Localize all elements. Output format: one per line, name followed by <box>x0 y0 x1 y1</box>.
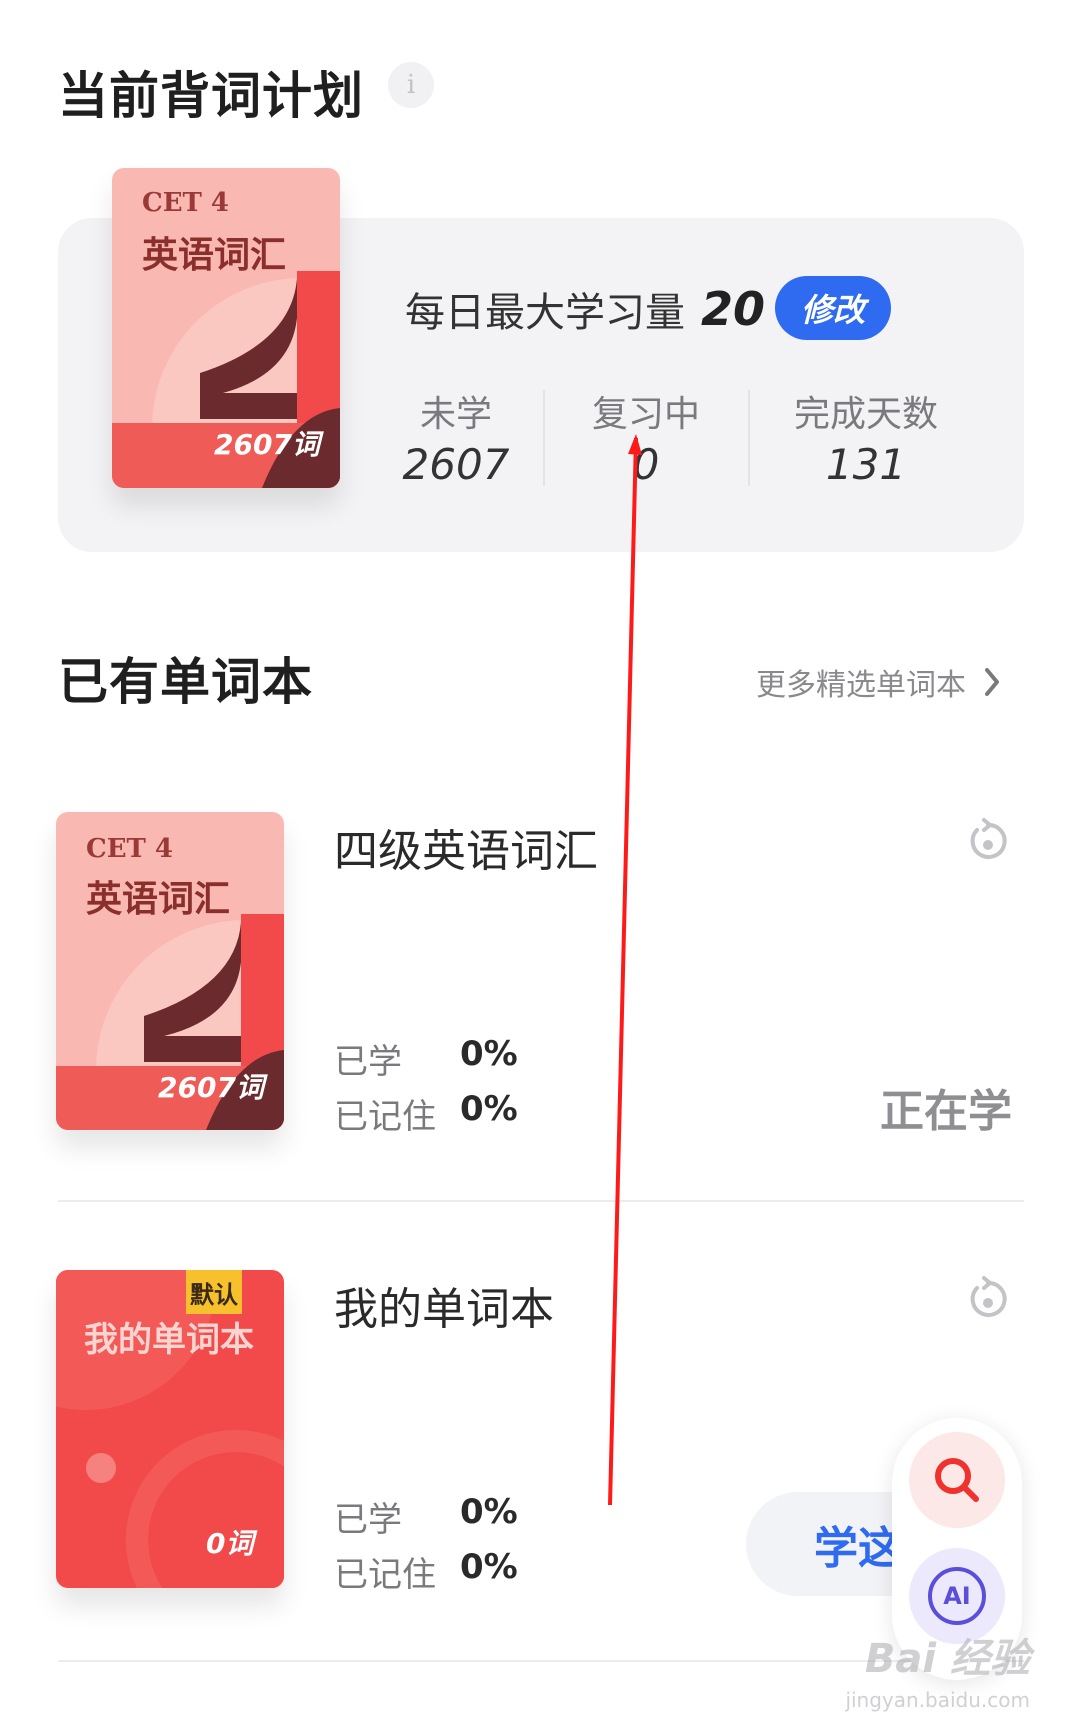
reset-icon[interactable] <box>965 1276 1011 1322</box>
cover-line1: CET 4 <box>142 188 230 218</box>
chevron-right-icon <box>985 668 999 696</box>
daily-label: 每日最大学习量 <box>405 290 685 336</box>
list-divider <box>58 1200 1024 1202</box>
plan-title: 当前背词计划 <box>58 67 364 125</box>
memorized-label: 已记住 <box>334 1097 436 1137</box>
reset-icon[interactable] <box>965 818 1011 864</box>
cover-count: 2607词 <box>214 428 320 461</box>
book-cover-cet4[interactable]: CET 4 英语词汇 2607词 <box>56 812 284 1130</box>
stat-days-value: 131 <box>825 440 907 489</box>
memorized-value: 0% <box>460 1547 518 1587</box>
plan-book-cover[interactable]: CET 4 英语词汇 2607词 <box>112 168 340 488</box>
stat-unlearned-value: 2607 <box>402 440 510 489</box>
learned-label: 已学 <box>334 1042 402 1082</box>
stat-days-label: 完成天数 <box>793 394 938 435</box>
status-learning: 正在学 <box>880 1086 1012 1137</box>
info-icon[interactable]: i <box>388 62 434 108</box>
annotation-arrow <box>608 434 642 1506</box>
search-button[interactable] <box>909 1432 1005 1528</box>
learned-value: 0% <box>460 1034 518 1074</box>
book-title[interactable]: 我的单词本 <box>334 1273 554 1337</box>
more-books-label: 更多精选单词本 <box>756 668 966 703</box>
edit-button[interactable]: 修改 <box>775 276 891 340</box>
memorized-value: 0% <box>460 1089 518 1129</box>
search-icon <box>935 1458 979 1502</box>
books-section-title: 已有单词本 <box>58 653 313 711</box>
stat-divider <box>748 390 750 486</box>
cover-line1: CET 4 <box>86 834 174 864</box>
cover-count: 2607词 <box>158 1071 264 1104</box>
watermark-brand: Bai 经验 <box>864 1636 1030 1682</box>
cover-line2: 英语词汇 <box>86 878 231 920</box>
learned-label: 已学 <box>334 1500 402 1540</box>
book-cover-mine[interactable]: 默认 我的单词本 0词 <box>56 1270 284 1588</box>
learned-value: 0% <box>460 1492 518 1532</box>
daily-limit: 每日最大学习量 20 <box>405 280 765 338</box>
ai-icon: AI <box>928 1567 986 1625</box>
learn-this-label: 学这 <box>814 1523 902 1574</box>
more-books-link[interactable]: 更多精选单词本 <box>756 660 1002 704</box>
stat-unlearned-label: 未学 <box>419 394 492 435</box>
daily-value: 20 <box>701 282 766 336</box>
cover-count: 0词 <box>206 1527 254 1560</box>
cover-line2: 英语词汇 <box>142 234 287 276</box>
default-badge: 默认 <box>186 1270 242 1314</box>
book-title[interactable]: 四级英语词汇 <box>334 815 598 879</box>
watermark-url: jingyan.baidu.com <box>845 1688 1030 1712</box>
memorized-label: 已记住 <box>334 1555 436 1595</box>
cover-title: 我的单词本 <box>84 1320 254 1360</box>
stat-divider <box>543 390 545 486</box>
